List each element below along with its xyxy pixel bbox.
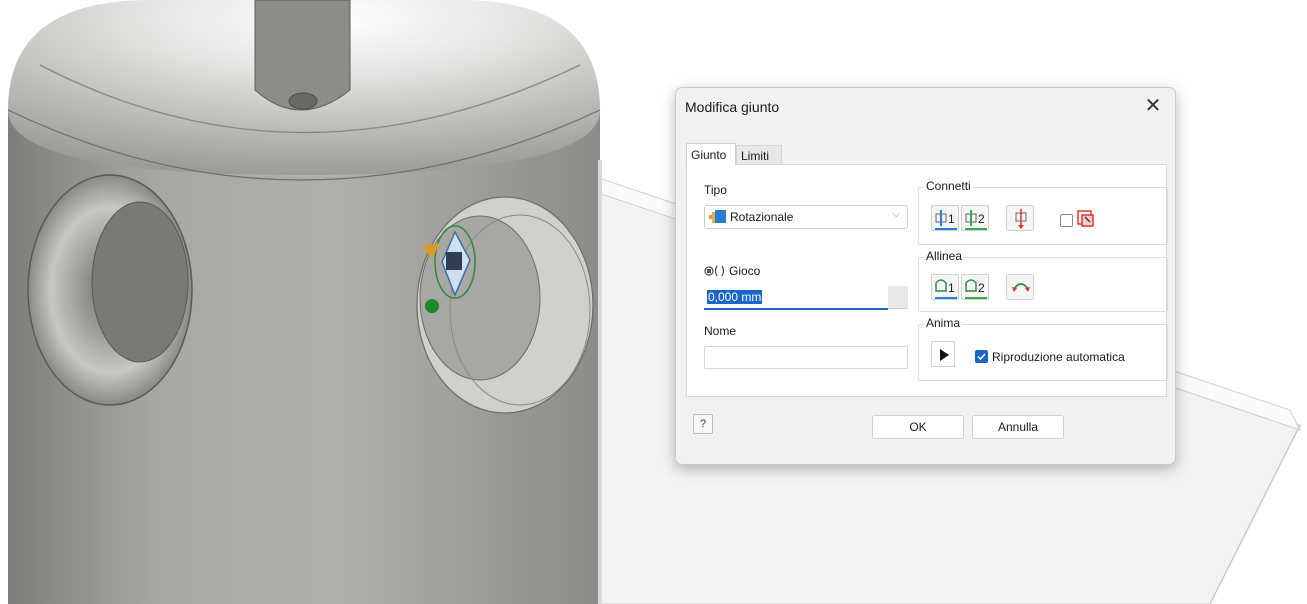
tab-limiti[interactable]: Limiti xyxy=(736,145,782,165)
edit-joint-dialog: Modifica giunto ✕ Giunto Limiti Tipo Rot… xyxy=(675,87,1176,465)
ok-button[interactable]: OK xyxy=(872,415,964,439)
align-2-number: 2 xyxy=(978,281,985,295)
align-2-icon xyxy=(965,279,987,299)
flip-component-icon xyxy=(1015,209,1027,229)
help-icon[interactable]: ? xyxy=(693,414,713,434)
invert-alignment-icon xyxy=(1012,283,1030,292)
tipo-label: Tipo xyxy=(704,183,727,197)
gioco-stepper[interactable] xyxy=(888,286,908,309)
checkmark-icon xyxy=(977,353,986,361)
tipo-value: Rotazionale xyxy=(730,210,794,224)
dialog-title: Modifica giunto xyxy=(685,99,780,115)
gioco-label: Gioco xyxy=(729,264,761,278)
select-origin-1-icon xyxy=(935,210,957,230)
select-origin-1-button[interactable]: 1 xyxy=(931,205,959,231)
select-origin-2-button[interactable]: 2 xyxy=(961,205,989,231)
nome-label: Nome xyxy=(704,324,737,338)
align-1-number: 1 xyxy=(948,281,955,295)
connetti-label: Connetti xyxy=(924,179,973,193)
origin-2-number: 2 xyxy=(978,212,985,226)
cancel-button[interactable]: Annulla xyxy=(972,415,1064,439)
play-button[interactable] xyxy=(931,341,955,367)
anima-label: Anima xyxy=(924,316,963,330)
rotational-joint-icon xyxy=(709,209,727,230)
lock-component-icon xyxy=(1077,210,1095,233)
align-2-button[interactable]: 2 xyxy=(961,274,989,300)
nome-input[interactable] xyxy=(704,346,908,369)
giunto-panel: Tipo Rotazionale ⌵ Gioco 0,000 mm Nome C… xyxy=(686,164,1168,397)
close-icon[interactable]: ✕ xyxy=(1140,93,1166,119)
tab-giunto[interactable]: Giunto xyxy=(686,143,736,165)
gap-icon xyxy=(704,264,726,283)
origin-1-number: 1 xyxy=(948,212,955,226)
lock-checkbox[interactable] xyxy=(1060,214,1073,227)
autoplay-label: Riproduzione automatica xyxy=(992,350,1125,364)
gioco-input[interactable]: 0,000 mm xyxy=(704,286,888,310)
align-1-icon xyxy=(935,279,957,299)
gioco-value: 0,000 mm xyxy=(707,290,763,304)
align-1-button[interactable]: 1 xyxy=(931,274,959,300)
tipo-dropdown[interactable]: Rotazionale ⌵ xyxy=(704,205,908,229)
select-origin-2-icon xyxy=(965,210,987,230)
play-icon xyxy=(940,349,949,361)
flip-component-button[interactable] xyxy=(1006,205,1034,231)
chevron-down-icon: ⌵ xyxy=(892,209,900,220)
invert-alignment-button[interactable] xyxy=(1006,274,1034,300)
autoplay-checkbox[interactable] xyxy=(975,350,988,363)
allinea-label: Allinea xyxy=(924,249,965,263)
